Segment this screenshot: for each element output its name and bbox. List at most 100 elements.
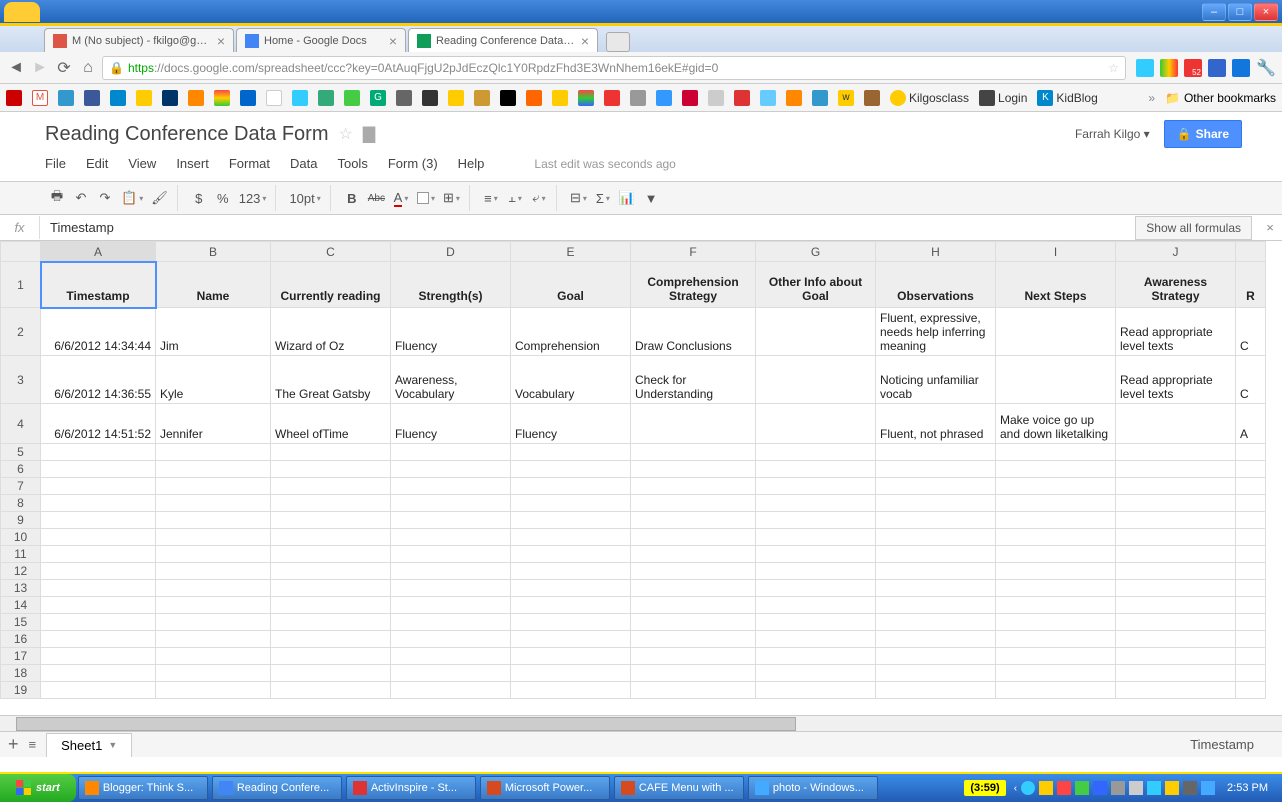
col-header-J[interactable]: J	[1116, 242, 1236, 262]
cell-19-7[interactable]	[876, 682, 996, 699]
taskbar-clock[interactable]: 2:53 PM	[1219, 782, 1276, 794]
bm-icon-5[interactable]	[110, 90, 126, 106]
window-close-button[interactable]: ×	[1254, 3, 1278, 21]
bm-icon-3[interactable]	[58, 90, 74, 106]
cell-2-I[interactable]	[996, 308, 1116, 356]
show-all-formulas-button[interactable]: Show all formulas	[1135, 216, 1252, 240]
menu-file[interactable]: File	[45, 156, 66, 171]
number-format-button[interactable]: 123	[236, 187, 270, 209]
bm-icon-25[interactable]	[630, 90, 646, 106]
cell-12-5[interactable]	[631, 563, 756, 580]
bookmark-star-icon[interactable]: ☆	[1108, 61, 1119, 75]
functions-button[interactable]: Σ	[592, 187, 614, 209]
cell-18-7[interactable]	[876, 665, 996, 682]
spreadsheet-grid[interactable]: ABCDEFGHIJ1TimestampNameCurrently readin…	[0, 241, 1282, 731]
bm-icon-20[interactable]	[500, 90, 516, 106]
cell-6-1[interactable]	[156, 461, 271, 478]
bm-pinterest-icon[interactable]	[682, 90, 698, 106]
currency-button[interactable]: $	[188, 187, 210, 209]
cell-13-2[interactable]	[271, 580, 391, 597]
cell-6-6[interactable]	[756, 461, 876, 478]
menu-help[interactable]: Help	[458, 156, 485, 171]
cell-19-6[interactable]	[756, 682, 876, 699]
cell-19-3[interactable]	[391, 682, 511, 699]
cell-11-8[interactable]	[996, 546, 1116, 563]
tray-icon-5[interactable]	[1093, 781, 1107, 795]
cell-7-0[interactable]	[41, 478, 156, 495]
tray-icon-8[interactable]	[1147, 781, 1161, 795]
cell-7-5[interactable]	[631, 478, 756, 495]
cell-10-10[interactable]	[1236, 529, 1266, 546]
cell-11-9[interactable]	[1116, 546, 1236, 563]
col-header-E[interactable]: E	[511, 242, 631, 262]
ext-icon-skype[interactable]	[1136, 59, 1154, 77]
header-cell-partial[interactable]: R	[1236, 262, 1266, 308]
cell-4-partial[interactable]: A	[1236, 404, 1266, 444]
redo-button[interactable]: ↷	[94, 187, 116, 209]
cell-12-6[interactable]	[756, 563, 876, 580]
bm-icon-13[interactable]	[318, 90, 334, 106]
cell-8-6[interactable]	[756, 495, 876, 512]
cell-6-5[interactable]	[631, 461, 756, 478]
cell-9-5[interactable]	[631, 512, 756, 529]
cell-18-10[interactable]	[1236, 665, 1266, 682]
bm-icon-31[interactable]	[786, 90, 802, 106]
cell-16-0[interactable]	[41, 631, 156, 648]
cell-5-4[interactable]	[511, 444, 631, 461]
bm-icon-23[interactable]	[578, 90, 594, 106]
cell-9-3[interactable]	[391, 512, 511, 529]
cell-3-G[interactable]	[756, 356, 876, 404]
cell-3-D[interactable]: Awareness, Vocabulary	[391, 356, 511, 404]
bm-icon-21[interactable]	[526, 90, 542, 106]
cell-15-9[interactable]	[1116, 614, 1236, 631]
bm-icon-29[interactable]	[734, 90, 750, 106]
taskbar-item-4[interactable]: CAFE Menu with ...	[614, 776, 744, 800]
tray-icon-1[interactable]	[1021, 781, 1035, 795]
cell-15-1[interactable]	[156, 614, 271, 631]
cell-17-1[interactable]	[156, 648, 271, 665]
row-header-11[interactable]: 11	[1, 546, 41, 563]
menu-view[interactable]: View	[128, 156, 156, 171]
cell-16-3[interactable]	[391, 631, 511, 648]
cell-14-9[interactable]	[1116, 597, 1236, 614]
browser-tab-1[interactable]: Home - Google Docs×	[236, 28, 406, 52]
row-header-1[interactable]: 1	[1, 262, 41, 308]
bm-icon-28[interactable]	[708, 90, 724, 106]
cell-14-6[interactable]	[756, 597, 876, 614]
cell-6-7[interactable]	[876, 461, 996, 478]
cell-10-2[interactable]	[271, 529, 391, 546]
cell-8-0[interactable]	[41, 495, 156, 512]
cell-9-10[interactable]	[1236, 512, 1266, 529]
row-header-9[interactable]: 9	[1, 512, 41, 529]
cell-15-8[interactable]	[996, 614, 1116, 631]
menu-data[interactable]: Data	[290, 156, 317, 171]
col-header-B[interactable]: B	[156, 242, 271, 262]
cell-11-3[interactable]	[391, 546, 511, 563]
cell-3-partial[interactable]: C	[1236, 356, 1266, 404]
paint-format-button[interactable]: 🖌	[148, 187, 171, 209]
cell-2-C[interactable]: Wizard of Oz	[271, 308, 391, 356]
cell-11-0[interactable]	[41, 546, 156, 563]
cell-15-0[interactable]	[41, 614, 156, 631]
cell-11-4[interactable]	[511, 546, 631, 563]
cell-15-2[interactable]	[271, 614, 391, 631]
cell-16-6[interactable]	[756, 631, 876, 648]
cell-9-7[interactable]	[876, 512, 996, 529]
taskbar-item-5[interactable]: photo - Windows...	[748, 776, 878, 800]
tray-icon-2[interactable]	[1039, 781, 1053, 795]
cell-16-7[interactable]	[876, 631, 996, 648]
cell-14-4[interactable]	[511, 597, 631, 614]
browser-tab-0[interactable]: M (No subject) - fkilgo@gmail.co×	[44, 28, 234, 52]
tab-close-icon[interactable]: ×	[213, 33, 225, 49]
col-header-C[interactable]: C	[271, 242, 391, 262]
cell-18-0[interactable]	[41, 665, 156, 682]
row-header-4[interactable]: 4	[1, 404, 41, 444]
ext-icon-calendar[interactable]: 52	[1184, 59, 1202, 77]
start-button[interactable]: start	[0, 774, 76, 802]
tray-icon-4[interactable]	[1075, 781, 1089, 795]
cell-19-2[interactable]	[271, 682, 391, 699]
cell-9-6[interactable]	[756, 512, 876, 529]
row-header-7[interactable]: 7	[1, 478, 41, 495]
home-button[interactable]: ⌂	[78, 58, 98, 78]
cell-12-1[interactable]	[156, 563, 271, 580]
